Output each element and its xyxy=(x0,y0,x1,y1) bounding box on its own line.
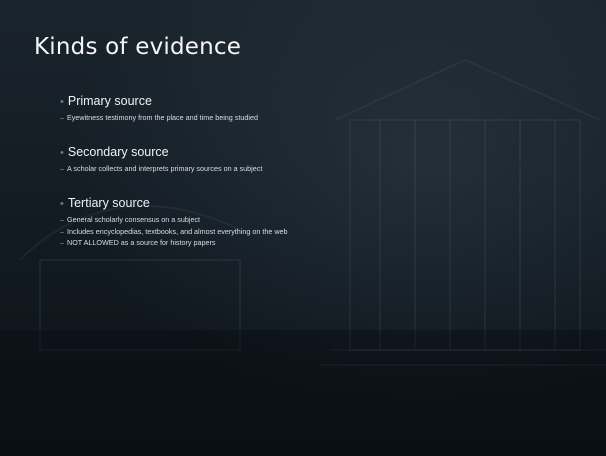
sub-item-text: Includes encyclopedias, textbooks, and a… xyxy=(67,226,288,236)
list-item-secondary-source: • Secondary source – A scholar collects … xyxy=(60,145,580,174)
slide-title: Kinds of evidence xyxy=(34,34,242,60)
sub-item-text: A scholar collects and interprets primar… xyxy=(67,164,263,174)
dash-icon: – xyxy=(60,164,64,174)
item-label: Primary source xyxy=(67,94,152,108)
bullet-icon: • xyxy=(60,147,64,160)
list-item-tertiary-source: • Tertiary source – General scholarly co… xyxy=(60,196,580,248)
dash-icon: – xyxy=(60,237,64,247)
bullet-icon: • xyxy=(60,96,64,108)
sub-item: – Includes encyclopedias, textbooks, and… xyxy=(60,226,580,237)
list-item-primary-source: • Primary source – Eyewitness testimony … xyxy=(60,94,580,123)
dash-icon: – xyxy=(60,226,64,236)
sub-item-text: Eyewitness testimony from the place and … xyxy=(67,113,258,122)
slide: Kinds of evidence • Primary source – Eye… xyxy=(0,0,606,456)
bullet-list: • Primary source – Eyewitness testimony … xyxy=(60,94,580,248)
sub-item-text: NOT ALLOWED as a source for history pape… xyxy=(67,237,216,247)
sub-item: – NOT ALLOWED as a source for history pa… xyxy=(60,237,580,248)
item-label: Tertiary source xyxy=(67,196,150,211)
sub-item: – General scholarly consensus on a subje… xyxy=(60,214,580,225)
dash-icon: – xyxy=(60,215,64,225)
dash-icon: – xyxy=(60,113,64,122)
item-label: Secondary source xyxy=(67,145,169,160)
sub-item: – Eyewitness testimony from the place an… xyxy=(60,112,580,123)
sub-item: – A scholar collects and interprets prim… xyxy=(60,163,580,174)
bullet-icon: • xyxy=(60,198,64,211)
sub-item-text: General scholarly consensus on a subject xyxy=(67,215,201,225)
